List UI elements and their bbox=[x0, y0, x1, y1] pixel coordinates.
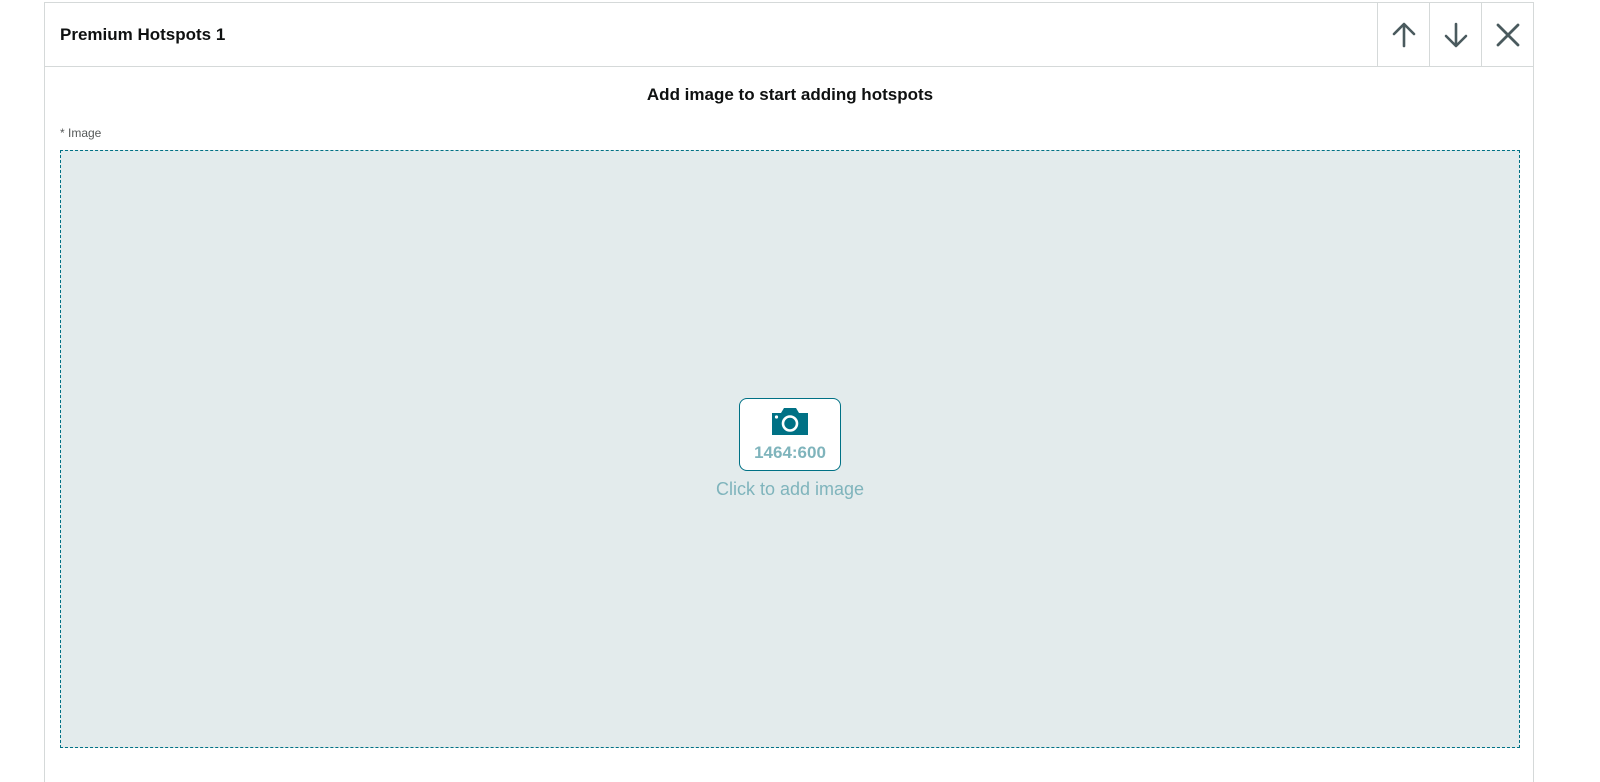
move-down-button[interactable] bbox=[1429, 3, 1481, 66]
image-ratio-text: 1464:600 bbox=[754, 443, 826, 462]
hotspots-module-panel: Premium Hotspots 1 Add image to start ad… bbox=[44, 2, 1534, 782]
image-dropzone[interactable]: 1464:600 Click to add image bbox=[60, 150, 1520, 748]
section-heading: Add image to start adding hotspots bbox=[646, 85, 934, 104]
image-ratio-badge[interactable]: 1464:600 bbox=[739, 398, 841, 471]
module-actions bbox=[1377, 3, 1533, 66]
camera-icon bbox=[772, 408, 808, 435]
remove-module-button[interactable] bbox=[1481, 3, 1533, 66]
close-icon bbox=[1496, 23, 1519, 46]
arrow-down-icon bbox=[1444, 22, 1467, 47]
arrow-up-icon bbox=[1392, 22, 1415, 47]
module-title: Premium Hotspots 1 bbox=[60, 25, 226, 44]
move-up-button[interactable] bbox=[1377, 3, 1429, 66]
image-field-label: * Image bbox=[60, 126, 102, 140]
add-image-link[interactable]: Click to add image bbox=[61, 478, 1519, 500]
module-header: Premium Hotspots 1 bbox=[45, 3, 1533, 67]
